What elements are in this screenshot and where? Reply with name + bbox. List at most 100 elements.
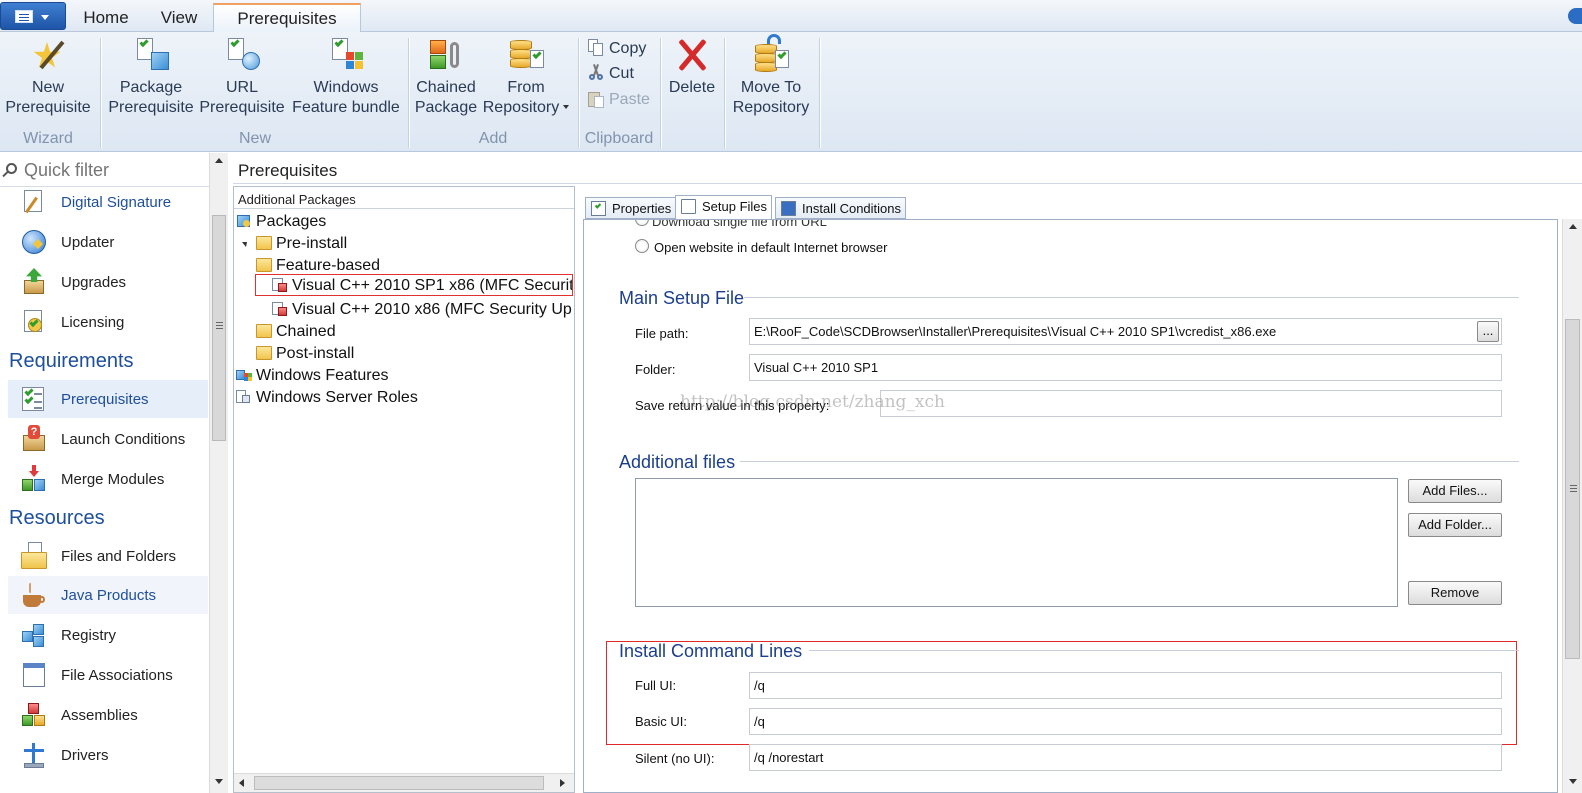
cut-button[interactable]: Cut — [587, 63, 634, 87]
tree-node-windows-features[interactable]: Windows Features — [236, 365, 389, 387]
dropdown-arrow-icon[interactable] — [563, 105, 570, 109]
quick-filter-input[interactable] — [24, 158, 204, 182]
licensing-icon — [20, 308, 48, 336]
paste-button[interactable]: Paste — [587, 89, 650, 113]
scrollbar-thumb[interactable] — [1565, 319, 1580, 659]
scroll-left-arrow-icon[interactable] — [239, 779, 244, 787]
ribbon-tab-bar: Home View Prerequisites — [0, 0, 1582, 33]
sidebar-item-drivers[interactable]: Drivers — [8, 736, 208, 774]
url-prerequisite-button[interactable]: URL Prerequisite — [198, 34, 286, 118]
tree-node-windows-server-roles[interactable]: Windows Server Roles — [236, 387, 418, 409]
properties-icon — [591, 201, 606, 216]
group-label-wizard: Wizard — [23, 130, 73, 147]
scroll-down-arrow-icon[interactable] — [215, 779, 223, 784]
download-url-radio[interactable] — [635, 220, 649, 226]
scroll-up-arrow-icon[interactable] — [215, 158, 223, 163]
grip-icon — [1570, 485, 1577, 486]
full-ui-input[interactable]: /q — [749, 672, 1502, 699]
move-to-repository-button[interactable]: Move To Repository — [728, 34, 814, 118]
tab-view[interactable]: View — [146, 4, 212, 32]
sidebar-item-files-and-folders[interactable]: Files and Folders — [8, 537, 208, 575]
grip-icon — [216, 322, 223, 323]
folder-input[interactable]: Visual C++ 2010 SP1 — [749, 354, 1502, 381]
sidebar-item-licensing[interactable]: Licensing — [8, 303, 208, 341]
sidebar-scrollbar[interactable] — [209, 153, 228, 793]
tab-properties[interactable]: Properties — [585, 197, 677, 219]
open-website-radio[interactable] — [635, 239, 649, 253]
tree-node-pre-install[interactable]: Pre-install — [256, 233, 347, 255]
folder-icon — [256, 258, 272, 272]
scrollbar-thumb[interactable] — [254, 776, 544, 790]
sidebar-item-updater[interactable]: Updater — [8, 223, 208, 261]
tab-label: Setup Files — [702, 199, 768, 214]
from-repository-button[interactable]: From Repository — [480, 34, 572, 118]
repository-icon — [506, 34, 546, 74]
sidebar-item-registry[interactable]: Registry — [8, 616, 208, 654]
properties-scrollbar[interactable] — [1562, 219, 1582, 793]
move-to-repository-label-1: Move To — [740, 79, 802, 96]
from-repository-label-text: Repository — [482, 99, 560, 116]
add-folder-button[interactable]: Add Folder... — [1408, 513, 1502, 537]
expand-arrow-icon[interactable] — [242, 242, 247, 247]
section-divider — [809, 650, 1519, 651]
move-to-repository-icon — [751, 34, 791, 74]
scrollbar-thumb[interactable] — [212, 215, 226, 441]
tree-node-chained[interactable]: Chained — [256, 321, 336, 343]
sidebar-item-label: File Associations — [61, 667, 173, 684]
add-files-button[interactable]: Add Files... — [1408, 479, 1502, 503]
url-prerequisite-label-1: URL — [225, 79, 258, 96]
install-command-lines-heading: Install Command Lines — [619, 641, 803, 661]
section-heading-requirements: Requirements — [9, 350, 134, 372]
additional-files-list[interactable] — [635, 478, 1398, 607]
tab-home[interactable]: Home — [66, 4, 146, 32]
scroll-up-arrow-icon[interactable] — [1569, 224, 1577, 229]
tree-node-vc2010[interactable]: Visual C++ 2010 x86 (MFC Security Up — [272, 299, 572, 321]
ribbon-separator — [408, 38, 409, 148]
delete-button[interactable]: Delete — [664, 34, 720, 98]
remove-button[interactable]: Remove — [1408, 581, 1502, 605]
tab-setup-files[interactable]: Setup Files — [675, 195, 773, 220]
sidebar-item-file-associations[interactable]: File Associations — [8, 656, 208, 694]
tree-horizontal-scrollbar[interactable] — [234, 773, 574, 792]
file-path-input[interactable]: E:\RooF_Code\SCDBrowser\Installer\Prereq… — [749, 318, 1502, 345]
chained-package-button[interactable]: Chained Package — [413, 34, 479, 118]
tab-prerequisites[interactable]: Prerequisites — [213, 3, 361, 33]
sidebar-item-merge-modules[interactable]: Merge Modules — [8, 460, 208, 498]
tab-install-conditions[interactable]: Install Conditions — [775, 197, 906, 219]
tree-node-label: Visual C++ 2010 x86 (MFC Security Up — [292, 301, 572, 318]
new-prerequisite-button[interactable]: New Prerequisite — [2, 34, 94, 118]
sidebar-item-label: Registry — [61, 627, 117, 644]
save-return-value-input[interactable] — [880, 390, 1502, 417]
sidebar-item-launch-conditions[interactable]: ? Launch Conditions — [8, 420, 208, 458]
windows-feature-icon — [326, 34, 366, 74]
java-icon — [20, 581, 48, 609]
main-setup-file-heading: Main Setup File — [619, 288, 745, 308]
new-prerequisite-label-2: Prerequisite — [5, 99, 91, 116]
app-window: Home View Prerequisites New Prerequisite… — [0, 0, 1582, 793]
help-icon[interactable] — [1568, 8, 1582, 24]
sidebar-item-java-products[interactable]: Java Products — [8, 576, 208, 614]
basic-ui-input[interactable]: /q — [749, 708, 1502, 735]
paste-label: Paste — [609, 91, 650, 108]
sidebar-item-digital-signature[interactable]: Digital Signature — [8, 183, 208, 221]
scroll-down-arrow-icon[interactable] — [1569, 779, 1577, 784]
scroll-right-arrow-icon[interactable] — [560, 779, 565, 787]
windows-feature-bundle-button[interactable]: Windows Feature bundle — [288, 34, 404, 118]
tree-node-vc2010-sp1-selected[interactable]: Visual C++ 2010 SP1 x86 (MFC Security — [255, 274, 573, 296]
search-icon — [6, 163, 17, 174]
copy-button[interactable]: Copy — [587, 38, 646, 62]
tree-node-packages[interactable]: Packages — [236, 211, 326, 233]
menu-icon — [15, 10, 33, 23]
application-menu-button[interactable] — [0, 2, 66, 30]
sidebar-item-prerequisites[interactable]: Prerequisites — [8, 380, 208, 418]
silent-ui-input[interactable]: /q /norestart — [749, 744, 1502, 771]
sidebar-item-upgrades[interactable]: Upgrades — [8, 263, 208, 301]
package-prerequisite-button[interactable]: Package Prerequisite — [105, 34, 197, 118]
sidebar-item-assemblies[interactable]: Assemblies — [8, 696, 208, 734]
move-to-repository-label-2: Repository — [732, 99, 810, 116]
file-path-label: File path: — [635, 326, 689, 341]
browse-button[interactable]: ... — [1477, 321, 1499, 342]
files-folders-icon — [20, 542, 48, 570]
tree-node-post-install[interactable]: Post-install — [256, 343, 354, 365]
prerequisites-icon — [20, 385, 48, 413]
